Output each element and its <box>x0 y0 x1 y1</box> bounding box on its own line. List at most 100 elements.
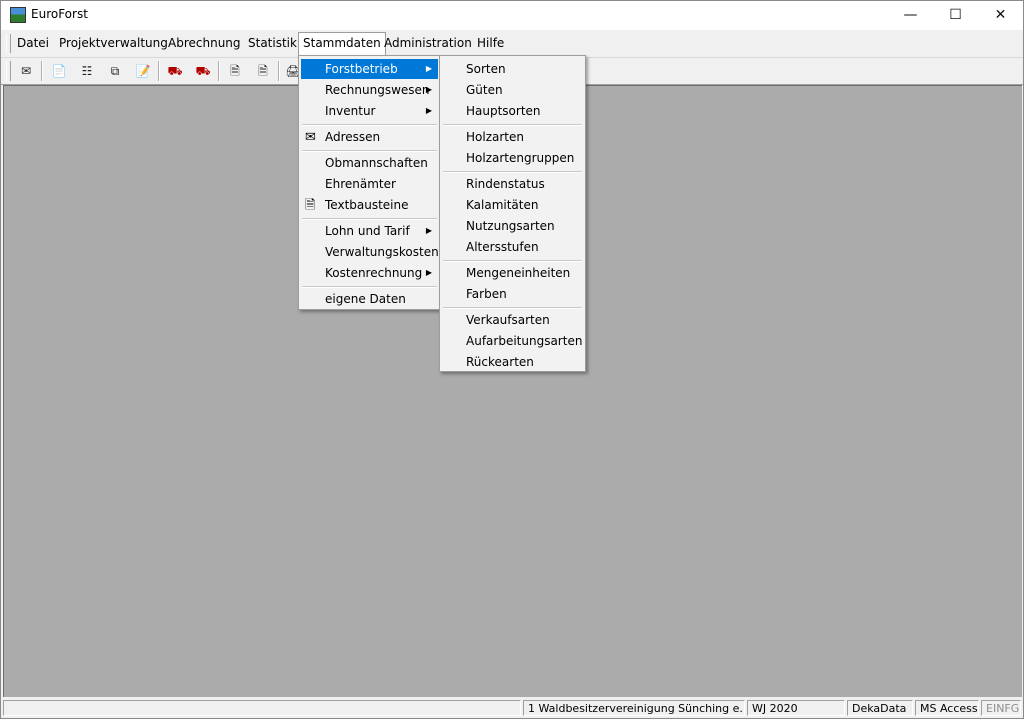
submenu-item-mengeneinheiten[interactable]: Mengeneinheiten <box>442 263 583 283</box>
menu-item-label: Lohn und Tarif <box>325 224 410 238</box>
menu-item-label: Holzartengruppen <box>466 151 575 165</box>
status-bar: 1 Waldbesitzervereinigung Sünching e. V.… <box>1 698 1023 718</box>
submenu-arrow-icon: ▶ <box>425 106 432 115</box>
menu-item-label: Inventur <box>325 104 376 118</box>
submenu-item-farben[interactable]: Farben <box>442 284 583 304</box>
page-icon[interactable]: 🗎 <box>225 61 245 81</box>
menu-bar-grip <box>6 34 11 53</box>
submenu-item-gueten[interactable]: Güten <box>442 80 583 100</box>
title-bar: EuroForst — ☐ ✕ <box>1 1 1023 30</box>
menu-item-eigene-daten[interactable]: eigene Daten <box>301 289 438 309</box>
submenu-item-holzarten[interactable]: Holzarten <box>442 127 583 147</box>
menu-item-label: Nutzungsarten <box>466 219 555 233</box>
forstbetrieb-submenu: Sorten Güten Hauptsorten Holzarten Holza… <box>439 55 586 372</box>
status-provider: DekaData <box>847 700 913 716</box>
app-icon <box>10 7 26 23</box>
submenu-item-aufarbeitungsarten[interactable]: Aufarbeitungsarten <box>442 331 583 351</box>
menu-separator <box>302 286 437 288</box>
tree-icon[interactable]: ☷ <box>77 61 97 81</box>
menu-item-label: Aufarbeitungsarten <box>466 334 583 348</box>
menu-item-label: Sorten <box>466 62 506 76</box>
status-pane-empty <box>3 700 521 716</box>
submenu-arrow-icon: ▶ <box>425 226 432 235</box>
maximize-button[interactable]: ☐ <box>933 1 978 29</box>
submenu-item-nutzungsarten[interactable]: Nutzungsarten <box>442 216 583 236</box>
menu-separator <box>302 150 437 152</box>
menu-item-textbausteine[interactable]: 🗎 Textbausteine <box>301 195 438 215</box>
minimize-button[interactable]: — <box>888 1 933 29</box>
menu-item-label: Verwaltungskosten <box>325 245 439 259</box>
menu-separator <box>302 218 437 220</box>
menu-separator <box>302 124 437 126</box>
menu-item-label: Kalamitäten <box>466 198 539 212</box>
document-icon[interactable]: 📄 <box>49 61 69 81</box>
menu-administration[interactable]: Administration <box>380 33 476 54</box>
copy-icon[interactable]: ⧉ <box>105 61 125 81</box>
app-window: EuroForst — ☐ ✕ Datei Projektverwaltung … <box>0 0 1024 719</box>
submenu-arrow-icon: ▶ <box>425 268 432 277</box>
menu-item-label: Verkaufsarten <box>466 313 550 327</box>
menu-item-label: Rückearten <box>466 355 534 369</box>
menu-item-label: Rechnungswesen <box>325 83 430 97</box>
submenu-arrow-icon: ▶ <box>425 85 432 94</box>
menu-item-label: Mengeneinheiten <box>466 266 571 280</box>
truck-help-icon[interactable]: ⛟ <box>193 61 213 81</box>
menu-item-label: Kostenrechnung <box>325 266 423 280</box>
menu-separator <box>443 260 582 262</box>
menu-item-obmannschaften[interactable]: Obmannschaften <box>301 153 438 173</box>
menu-item-adressen[interactable]: ✉ Adressen <box>301 127 438 147</box>
menu-item-label: eigene Daten <box>325 292 406 306</box>
menu-item-label: Ehrenämter <box>325 177 396 191</box>
submenu-item-rueckearten[interactable]: Rückearten <box>442 352 583 372</box>
menu-item-label: Holzarten <box>466 130 524 144</box>
menu-item-forstbetrieb[interactable]: Forstbetrieb ▶ <box>301 59 438 79</box>
menu-item-label: Farben <box>466 287 507 301</box>
menu-item-inventur[interactable]: Inventur ▶ <box>301 101 438 121</box>
note-icon[interactable]: 📝 <box>133 61 153 81</box>
submenu-item-sorten[interactable]: Sorten <box>442 59 583 79</box>
menu-stammdaten[interactable]: Stammdaten <box>298 32 386 56</box>
status-mode: EINFG <box>981 700 1021 716</box>
menu-separator <box>443 307 582 309</box>
mail-icon[interactable]: ✉ <box>16 61 36 81</box>
toolbar-separator <box>158 61 160 81</box>
submenu-item-verkaufsarten[interactable]: Verkaufsarten <box>442 310 583 330</box>
menu-item-label: Hauptsorten <box>466 104 541 118</box>
submenu-item-hauptsorten[interactable]: Hauptsorten <box>442 101 583 121</box>
menu-hilfe[interactable]: Hilfe <box>473 33 508 54</box>
text-module-icon: 🗎 <box>305 198 316 213</box>
menu-item-label: Obmannschaften <box>325 156 428 170</box>
window-title: EuroForst <box>31 7 88 21</box>
submenu-item-altersstufen[interactable]: Altersstufen <box>442 237 583 257</box>
menu-bar: Datei Projektverwaltung Abrechnung Stati… <box>1 30 1023 58</box>
close-button[interactable]: ✕ <box>978 1 1023 29</box>
menu-item-lohn-und-tarif[interactable]: Lohn und Tarif ▶ <box>301 221 438 241</box>
toolbar-separator <box>278 61 280 81</box>
page2-icon[interactable]: 🗎 <box>253 61 273 81</box>
toolbar-separator <box>41 61 43 81</box>
stammdaten-menu: Forstbetrieb ▶ Rechnungswesen ▶ Inventur… <box>298 55 441 310</box>
toolbar-grip <box>6 61 11 81</box>
menu-item-ehrenaemter[interactable]: Ehrenämter <box>301 174 438 194</box>
menu-item-rechnungswesen[interactable]: Rechnungswesen ▶ <box>301 80 438 100</box>
menu-projektverwaltung[interactable]: Projektverwaltung <box>55 33 172 54</box>
menu-item-label: Altersstufen <box>466 240 539 254</box>
menu-datei[interactable]: Datei <box>13 33 53 54</box>
menu-statistik[interactable]: Statistik <box>244 33 301 54</box>
status-organization: 1 Waldbesitzervereinigung Sünching e. V. <box>523 700 745 716</box>
menu-item-label: Forstbetrieb <box>325 62 398 76</box>
status-database: MS Access <box>915 700 979 716</box>
submenu-arrow-icon: ▶ <box>425 64 432 73</box>
status-year: WJ 2020 <box>747 700 845 716</box>
submenu-item-rindenstatus[interactable]: Rindenstatus <box>442 174 583 194</box>
submenu-item-kalamitaeten[interactable]: Kalamitäten <box>442 195 583 215</box>
menu-item-label: Rindenstatus <box>466 177 545 191</box>
submenu-item-holzartengruppen[interactable]: Holzartengruppen <box>442 148 583 168</box>
menu-abrechnung[interactable]: Abrechnung <box>164 33 245 54</box>
menu-item-verwaltungskosten[interactable]: Verwaltungskosten <box>301 242 439 262</box>
menu-item-kostenrechnung[interactable]: Kostenrechnung ▶ <box>301 263 438 283</box>
menu-separator <box>443 171 582 173</box>
menu-item-label: Güten <box>466 83 503 97</box>
truck-icon[interactable]: ⛟ <box>165 61 185 81</box>
menu-item-label: Textbausteine <box>325 198 409 212</box>
